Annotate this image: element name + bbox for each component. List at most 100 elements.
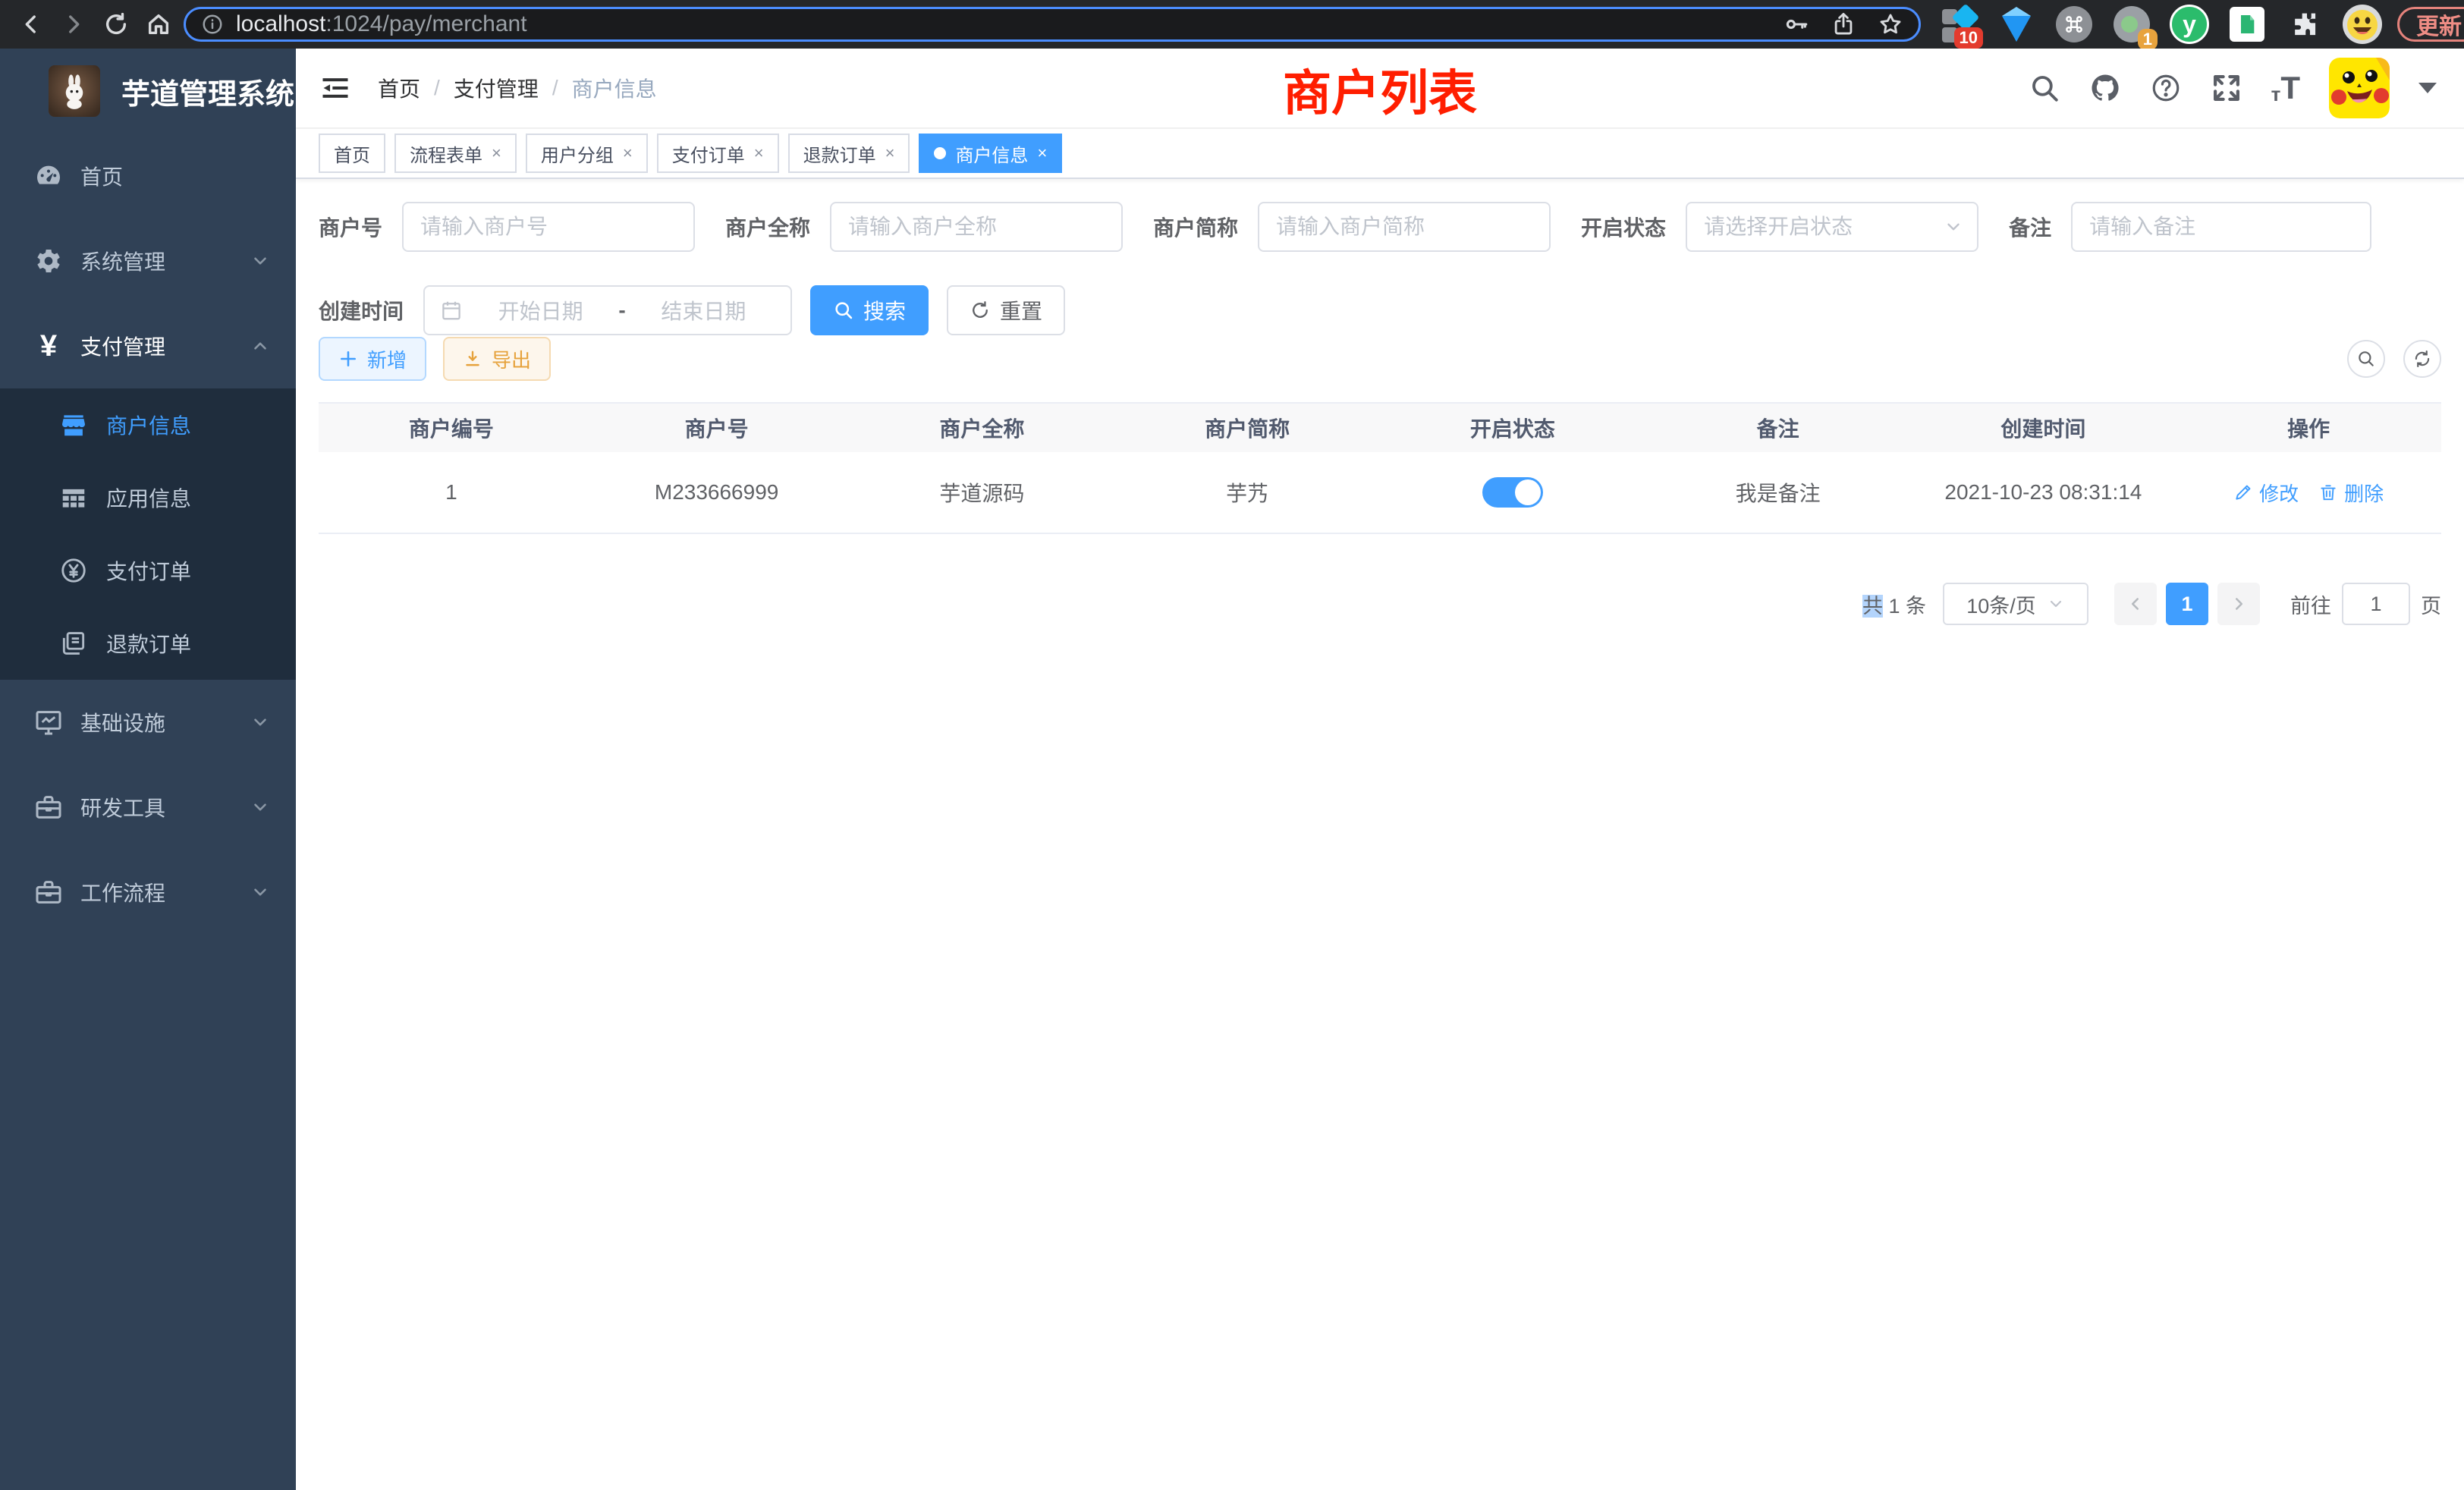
tab-label: 首页 [334, 140, 370, 167]
tab-close-icon[interactable]: × [1037, 143, 1047, 163]
home-icon [146, 11, 171, 37]
sidebar-item-merchant-info[interactable]: 商户信息 [0, 388, 296, 461]
breadcrumb-pay[interactable]: 支付管理 [454, 73, 539, 103]
th-merchant-id: 商户编号 [319, 404, 584, 452]
search-button[interactable]: 搜索 [810, 285, 929, 335]
site-info-icon[interactable] [201, 13, 224, 36]
export-button[interactable]: 导出 [443, 337, 551, 381]
status-toggle-on[interactable] [1482, 477, 1543, 508]
next-page-button[interactable] [2217, 583, 2260, 625]
toggle-search-button[interactable] [2347, 340, 2385, 378]
th-full-name: 商户全称 [850, 404, 1115, 452]
puzzle-icon [2290, 9, 2320, 39]
cell-remark: 我是备注 [1645, 452, 1911, 533]
github-icon[interactable] [2089, 72, 2121, 104]
url-path: :1024/pay/merchant [325, 11, 526, 36]
merchant-no-input[interactable] [402, 202, 695, 252]
sidebar-item-home[interactable]: 首页 [0, 134, 296, 218]
gem-icon [2002, 16, 2031, 42]
browser-home-button[interactable] [141, 7, 176, 42]
tab-close-icon[interactable]: × [885, 143, 895, 163]
url-bar[interactable]: localhost:1024/pay/merchant [184, 7, 1921, 42]
browser-update-button[interactable]: 更新 [2397, 7, 2464, 42]
bookmark-star-icon[interactable] [1878, 11, 1903, 37]
remark-input[interactable] [2071, 202, 2371, 252]
extension-notes-icon[interactable] [2227, 5, 2267, 44]
chevron-right-icon [2229, 594, 2249, 614]
tab-refund-order[interactable]: 退款订单× [788, 134, 910, 173]
date-range-picker[interactable]: 开始日期 - 结束日期 [423, 285, 792, 335]
fullscreen-icon[interactable] [2211, 72, 2242, 104]
sidebar-collapse-icon[interactable] [319, 71, 352, 105]
filter-remark: 备注 [2009, 202, 2371, 252]
browser-forward-button[interactable] [56, 7, 91, 42]
add-button[interactable]: 新增 [319, 337, 426, 381]
sidebar-item-dev-tools[interactable]: 研发工具 [0, 765, 296, 850]
browser-back-button[interactable] [14, 7, 49, 42]
full-name-input[interactable] [830, 202, 1123, 252]
avatar-dropdown-caret-icon[interactable] [2418, 83, 2437, 93]
chevron-down-icon [250, 251, 270, 271]
font-size-icon[interactable]: тT [2271, 72, 2300, 104]
extensions-puzzle-button[interactable] [2285, 5, 2324, 44]
refresh-icon [2412, 349, 2432, 369]
sidebar-item-app-info[interactable]: 应用信息 [0, 461, 296, 534]
extension-yuque-icon[interactable]: y [2170, 5, 2209, 44]
delete-link[interactable]: 删除 [2318, 479, 2384, 507]
status-select-input[interactable] [1686, 202, 1978, 252]
prev-page-button[interactable] [2114, 583, 2157, 625]
pay-submenu: 商户信息 应用信息 支付订单 退款订单 [0, 388, 296, 680]
remark-label: 备注 [2009, 212, 2051, 242]
reset-button-label: 重置 [1000, 295, 1042, 325]
page-number-1[interactable]: 1 [2166, 583, 2208, 625]
sidebar-item-pay[interactable]: ¥ 支付管理 [0, 303, 296, 388]
share-icon[interactable] [1831, 11, 1856, 37]
browser-reload-button[interactable] [99, 7, 134, 42]
app-title: 芋道管理系统 [121, 71, 294, 112]
password-key-icon[interactable] [1784, 11, 1809, 37]
tab-close-icon[interactable]: × [492, 143, 501, 163]
th-merchant-no: 商户号 [584, 404, 850, 452]
search-icon [2356, 349, 2376, 369]
refresh-table-button[interactable] [2403, 340, 2441, 378]
help-icon[interactable] [2150, 72, 2182, 104]
sidebar-item-infra[interactable]: 基础设施 [0, 680, 296, 765]
forward-icon [61, 11, 86, 37]
tab-user-group[interactable]: 用户分组× [526, 134, 648, 173]
chevron-up-icon [250, 336, 270, 356]
user-avatar[interactable] [2329, 58, 2390, 118]
reset-button[interactable]: 重置 [947, 285, 1065, 335]
smiley-avatar-icon [2343, 5, 2382, 44]
extension-gem-icon[interactable] [1997, 5, 2036, 44]
edit-link[interactable]: 修改 [2233, 479, 2299, 507]
tab-close-icon[interactable]: × [623, 143, 633, 163]
table-body: 1 M233666999 芋道源码 芋艿 我是备注 2021-10-23 08:… [319, 452, 2441, 534]
goto-page-input[interactable] [2342, 583, 2410, 625]
gear-icon [33, 246, 64, 276]
sidebar-item-refund-order[interactable]: 退款订单 [0, 607, 296, 680]
tab-process-form[interactable]: 流程表单 × [394, 134, 517, 173]
breadcrumb-home[interactable]: 首页 [378, 73, 420, 103]
tab-merchant-info[interactable]: 商户信息× [919, 134, 1062, 173]
status-select[interactable] [1686, 202, 1978, 252]
tab-label: 流程表单 [410, 140, 482, 167]
sidebar-logo[interactable]: 芋道管理系统 [0, 49, 296, 134]
start-date-placeholder[interactable]: 开始日期 [469, 295, 612, 325]
tab-home[interactable]: 首页 [319, 134, 385, 173]
tab-pay-order[interactable]: 支付订单× [657, 134, 779, 173]
end-date-placeholder[interactable]: 结束日期 [632, 295, 775, 325]
extensions-area: 10 1 y [1939, 5, 2382, 44]
browser-profile-avatar[interactable] [2343, 5, 2382, 44]
logo-rabbit-avatar [49, 65, 100, 117]
sidebar-item-system[interactable]: 系统管理 [0, 218, 296, 303]
extension-command-icon[interactable] [2054, 5, 2094, 44]
header-search-icon[interactable] [2029, 72, 2060, 104]
extension-status-icon[interactable]: 1 [2112, 5, 2151, 44]
tab-close-icon[interactable]: × [754, 143, 764, 163]
page-size-select[interactable]: 10条/页 [1943, 583, 2088, 625]
extension-grid-icon[interactable]: 10 [1939, 5, 1978, 44]
sidebar-item-workflow[interactable]: 工作流程 [0, 850, 296, 935]
sidebar-item-pay-order[interactable]: 支付订单 [0, 534, 296, 607]
cell-merchant-no: M233666999 [584, 452, 850, 533]
short-name-input[interactable] [1258, 202, 1551, 252]
